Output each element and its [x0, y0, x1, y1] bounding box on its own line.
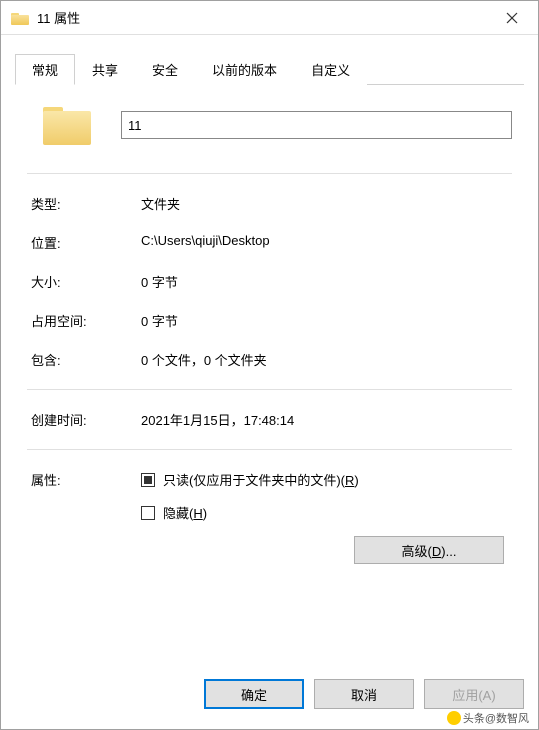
- tabs-container: 常规 共享 安全 以前的版本 自定义 类型: 文件夹 位置: C:\Users\…: [1, 35, 538, 663]
- close-icon: [506, 12, 518, 24]
- tab-security[interactable]: 安全: [135, 54, 195, 85]
- advanced-button[interactable]: 高级(D)...: [354, 536, 504, 564]
- watermark-text: 头条@数智风: [463, 710, 529, 726]
- checkbox-readonly-label: 只读(仅应用于文件夹中的文件)(R): [163, 470, 359, 489]
- value-contains: 0 个文件，0 个文件夹: [141, 350, 508, 369]
- row-type: 类型: 文件夹: [27, 184, 512, 223]
- label-size: 大小:: [31, 272, 141, 291]
- row-created: 创建时间: 2021年1月15日，17:48:14: [27, 400, 512, 439]
- value-type: 文件夹: [141, 194, 508, 213]
- value-location: C:\Users\qiuji\Desktop: [141, 233, 508, 252]
- value-size-on-disk: 0 字节: [141, 311, 508, 330]
- row-size: 大小: 0 字节: [27, 262, 512, 301]
- separator: [27, 173, 512, 174]
- value-size: 0 字节: [141, 272, 508, 291]
- cancel-button[interactable]: 取消: [314, 679, 414, 709]
- tab-sharing[interactable]: 共享: [75, 54, 135, 85]
- label-attributes: 属性:: [31, 470, 141, 489]
- label-location: 位置:: [31, 233, 141, 252]
- titlebar: 11 属性: [1, 1, 538, 35]
- separator: [27, 449, 512, 450]
- checkbox-readonly[interactable]: [141, 473, 155, 487]
- attributes-controls: 只读(仅应用于文件夹中的文件)(R) 隐藏(H) 高级(D)...: [141, 470, 508, 564]
- watermark: 头条@数智风: [447, 710, 529, 726]
- label-size-on-disk: 占用空间:: [31, 311, 141, 330]
- folder-name-input[interactable]: [121, 111, 512, 139]
- tab-general-body: 类型: 文件夹 位置: C:\Users\qiuji\Desktop 大小: 0…: [15, 85, 524, 663]
- row-size-on-disk: 占用空间: 0 字节: [27, 301, 512, 340]
- tab-bar: 常规 共享 安全 以前的版本 自定义: [15, 53, 524, 85]
- checkbox-hidden[interactable]: [141, 506, 155, 520]
- row-location: 位置: C:\Users\qiuji\Desktop: [27, 223, 512, 262]
- name-row: [27, 105, 512, 145]
- window-title: 11 属性: [37, 8, 490, 27]
- row-contains: 包含: 0 个文件，0 个文件夹: [27, 340, 512, 379]
- label-contains: 包含:: [31, 350, 141, 369]
- tab-previous-versions[interactable]: 以前的版本: [195, 54, 294, 85]
- checkbox-hidden-label: 隐藏(H): [163, 503, 207, 522]
- ok-button[interactable]: 确定: [204, 679, 304, 709]
- big-folder-icon: [43, 105, 91, 145]
- watermark-icon: [447, 711, 461, 725]
- tab-custom[interactable]: 自定义: [294, 54, 367, 85]
- value-created: 2021年1月15日，17:48:14: [141, 410, 508, 429]
- folder-icon: [11, 11, 29, 25]
- close-button[interactable]: [490, 3, 534, 33]
- separator: [27, 389, 512, 390]
- tab-general[interactable]: 常规: [15, 54, 75, 85]
- attributes-row: 属性: 只读(仅应用于文件夹中的文件)(R) 隐藏(H) 高级(D)...: [27, 460, 512, 570]
- checkbox-hidden-line[interactable]: 隐藏(H): [141, 503, 508, 522]
- apply-button: 应用(A): [424, 679, 524, 709]
- label-created: 创建时间:: [31, 410, 141, 429]
- advanced-wrap: 高级(D)...: [141, 536, 508, 564]
- checkbox-readonly-line[interactable]: 只读(仅应用于文件夹中的文件)(R): [141, 470, 508, 489]
- label-type: 类型:: [31, 194, 141, 213]
